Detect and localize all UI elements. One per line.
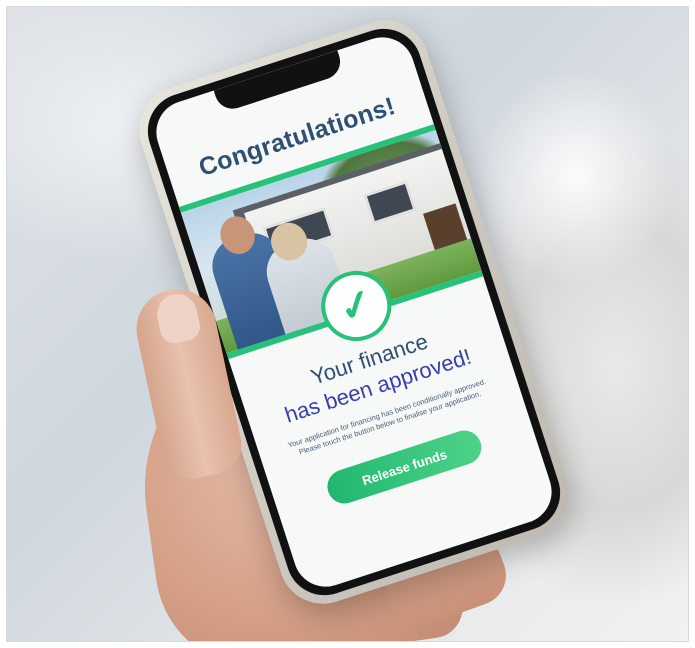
background-light: [476, 66, 676, 286]
house-window: [364, 181, 416, 224]
photo-background: Congratulations! ✓ Your finance has been: [6, 6, 689, 642]
